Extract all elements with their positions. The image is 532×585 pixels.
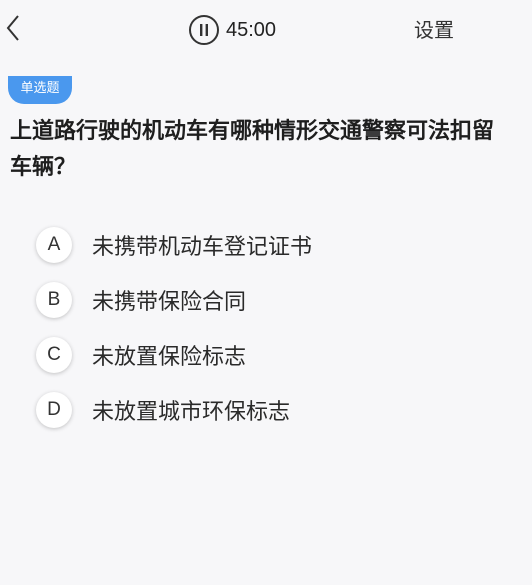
option-text: 未放置保险标志 (92, 345, 247, 370)
question-type-badge: 单选题 (8, 76, 72, 104)
settings-button[interactable]: 设置 (414, 14, 454, 43)
option-letter: C (36, 337, 72, 373)
option-c[interactable]: C 未放置保险标志 (36, 334, 506, 376)
chevron-left-icon (6, 15, 19, 41)
option-d[interactable]: D 未放置城市环保标志 (36, 389, 506, 431)
pause-icon (189, 15, 219, 45)
option-letter: B (36, 282, 72, 318)
option-letter: A (36, 227, 72, 263)
option-list: A 未携带机动车登记证书 B 未携带保险合同 C 未放置保险标志 D 未放置城市… (36, 224, 506, 444)
option-a[interactable]: A 未携带机动车登记证书 (36, 224, 506, 266)
back-button[interactable] (2, 10, 26, 46)
option-letter: D (36, 392, 72, 428)
top-bar: 45:00 设置 (0, 0, 532, 56)
option-text: 未携带机动车登记证书 (92, 235, 313, 260)
timer-button[interactable]: 45:00 (188, 14, 276, 46)
option-text: 未携带保险合同 (92, 290, 247, 315)
option-b[interactable]: B 未携带保险合同 (36, 279, 506, 321)
question-type-label: 单选题 (8, 76, 72, 104)
timer-text: 45:00 (226, 18, 277, 41)
option-text: 未放置城市环保标志 (92, 400, 291, 425)
question-text: 上道路行驶的机动车有哪种情形交通警察可法扣留车辆？ (10, 119, 495, 180)
